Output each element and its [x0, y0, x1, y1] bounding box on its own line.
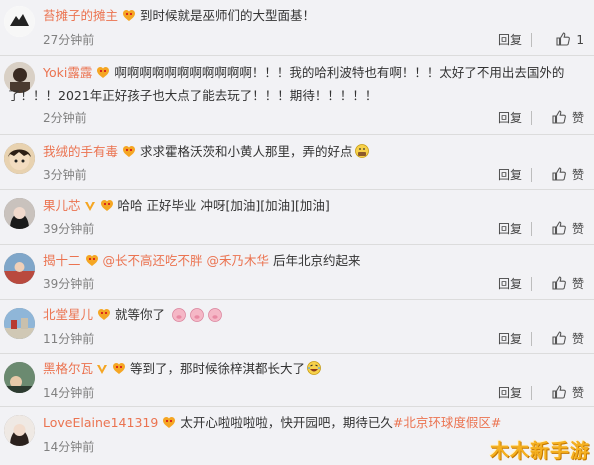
avatar[interactable] [4, 198, 35, 229]
timestamp: 3分钟前 [43, 168, 87, 182]
reply-button[interactable]: 回复 [498, 165, 522, 185]
verified-icon [84, 200, 96, 212]
username[interactable]: 果儿芯 [43, 198, 81, 213]
mention-link[interactable]: @禾乃木华 [207, 253, 270, 268]
thumbs-up-icon [551, 220, 567, 236]
like-label: 赞 [571, 222, 584, 236]
member-badge-icon [162, 416, 176, 429]
timestamp: 14分钟前 [43, 440, 95, 454]
comment-list: 苔摊子的摊主 到时候就是巫师们的大型面基！ 27分钟前 回复 1 Yoki露露 啊啊… [0, 0, 594, 465]
member-badge-icon [122, 9, 136, 22]
like-label: 赞 [571, 111, 584, 125]
comment-item: 黑格尔瓦 等到了，那时候徐梓淇都长大了 14分钟前 回复 赞 [0, 354, 594, 406]
comment-item: 揭十二 @长不高还吃不胖 @禾乃木华 后年北京约起来 39分钟前 回复 赞 [0, 245, 594, 299]
action-divider [531, 111, 532, 125]
avatar[interactable] [4, 362, 35, 393]
username[interactable]: 苔摊子的摊主 [43, 8, 118, 23]
thumbs-up-icon [555, 31, 571, 47]
avatar[interactable] [4, 308, 35, 339]
timestamp: 39分钟前 [43, 222, 95, 236]
hashtag-link[interactable]: #北京环球度假区# [393, 415, 501, 430]
reply-button[interactable]: 回复 [498, 274, 522, 294]
emoji-icon [354, 143, 370, 164]
mention-link[interactable]: @长不高还吃不胖 [103, 253, 203, 268]
member-badge-icon [97, 308, 111, 321]
comment-text: 太开心啦啦啦啦，快开园吧，期待已久 [180, 415, 393, 430]
reply-button[interactable]: 回复 [498, 383, 522, 403]
like-label: 赞 [571, 386, 584, 400]
reply-button[interactable]: 回复 [498, 219, 522, 239]
like-label: 赞 [571, 277, 584, 291]
timestamp: 11分钟前 [43, 332, 95, 346]
timestamp: 14分钟前 [43, 386, 95, 400]
like-button[interactable]: 赞 [551, 383, 584, 403]
username[interactable]: LoveElaine141319 [43, 415, 158, 430]
member-badge-icon [122, 145, 136, 158]
like-count: 1 [576, 33, 584, 47]
thumbs-up-icon [551, 330, 567, 346]
reply-button[interactable]: 回复 [498, 30, 522, 50]
verified-icon [96, 363, 108, 375]
comment-text: 就等你了 [115, 307, 166, 322]
comment-item: 果儿芯 哈哈 正好毕业 冲呀[加油][加油][加油] 39分钟前 回复 赞 [0, 190, 594, 244]
username[interactable]: 揭十二 [43, 253, 81, 268]
action-divider [531, 33, 532, 47]
member-badge-icon [112, 362, 126, 375]
like-label: 赞 [571, 332, 584, 346]
avatar[interactable] [4, 253, 35, 284]
timestamp: 2分钟前 [43, 111, 87, 125]
comment-text: 求求霍格沃茨和小黄人那里，弄的好点 [140, 144, 353, 159]
comment-item: Yoki露露 啊啊啊啊啊啊啊啊啊啊啊！！！我的哈利波特也有啊！！！太好了不用出去国… [0, 56, 594, 134]
thumbs-up-icon [551, 109, 567, 125]
comment-text-continued: 了！！！2021年正好孩子也大点了能去玩了！！！期待！！！！！ [8, 88, 378, 103]
username[interactable]: 北堂星儿 [43, 307, 93, 322]
username[interactable]: 我绒的手有毒 [43, 144, 118, 159]
comment-text: 啊啊啊啊啊啊啊啊啊啊啊！！！我的哈利波特也有啊！！！太好了不用出去国外的 [114, 65, 565, 80]
avatar[interactable] [4, 6, 35, 37]
avatar[interactable] [4, 143, 35, 174]
username[interactable]: 黑格尔瓦 [43, 361, 93, 376]
thumbs-up-icon [551, 166, 567, 182]
like-button[interactable]: 赞 [551, 329, 584, 349]
action-divider [531, 168, 532, 182]
watermark-logo: 木木新手游 [489, 440, 590, 462]
action-divider [531, 332, 532, 346]
member-badge-icon [85, 254, 99, 267]
thumbs-up-icon [551, 275, 567, 291]
laughing-emoji-icon [306, 360, 322, 381]
member-badge-icon [100, 199, 114, 212]
timestamp: 39分钟前 [43, 277, 95, 291]
comment-item: 我绒的手有毒 求求霍格沃茨和小黄人那里，弄的好点 3分钟前 回复 赞 [0, 135, 594, 189]
action-divider [531, 277, 532, 291]
comment-text: 哈哈 正好毕业 冲呀[加油][加油][加油] [117, 198, 330, 213]
member-badge-icon [96, 66, 110, 79]
action-divider [531, 386, 532, 400]
comment-text: 等到了，那时候徐梓淇都长大了 [130, 361, 306, 376]
action-divider [531, 222, 532, 236]
reply-button[interactable]: 回复 [498, 329, 522, 349]
avatar[interactable] [4, 415, 35, 446]
comment-text: 到时候就是巫师们的大型面基！ [140, 8, 316, 23]
timestamp: 27分钟前 [43, 33, 95, 47]
like-label: 赞 [571, 168, 584, 182]
username[interactable]: Yoki露露 [43, 65, 92, 80]
reply-button[interactable]: 回复 [498, 108, 522, 128]
comment-item: 北堂星儿 就等你了 11分钟前 回复 赞 [0, 300, 594, 353]
thumbs-up-icon [551, 384, 567, 400]
like-button[interactable]: 1 [555, 30, 584, 50]
comment-item: 苔摊子的摊主 到时候就是巫师们的大型面基！ 27分钟前 回复 1 [0, 0, 594, 55]
like-button[interactable]: 赞 [551, 274, 584, 294]
like-button[interactable]: 赞 [551, 165, 584, 185]
like-button[interactable]: 赞 [551, 108, 584, 128]
pig-emoji-icon [171, 306, 225, 327]
comment-text: 后年北京约起来 [273, 253, 361, 268]
like-button[interactable]: 赞 [551, 219, 584, 239]
